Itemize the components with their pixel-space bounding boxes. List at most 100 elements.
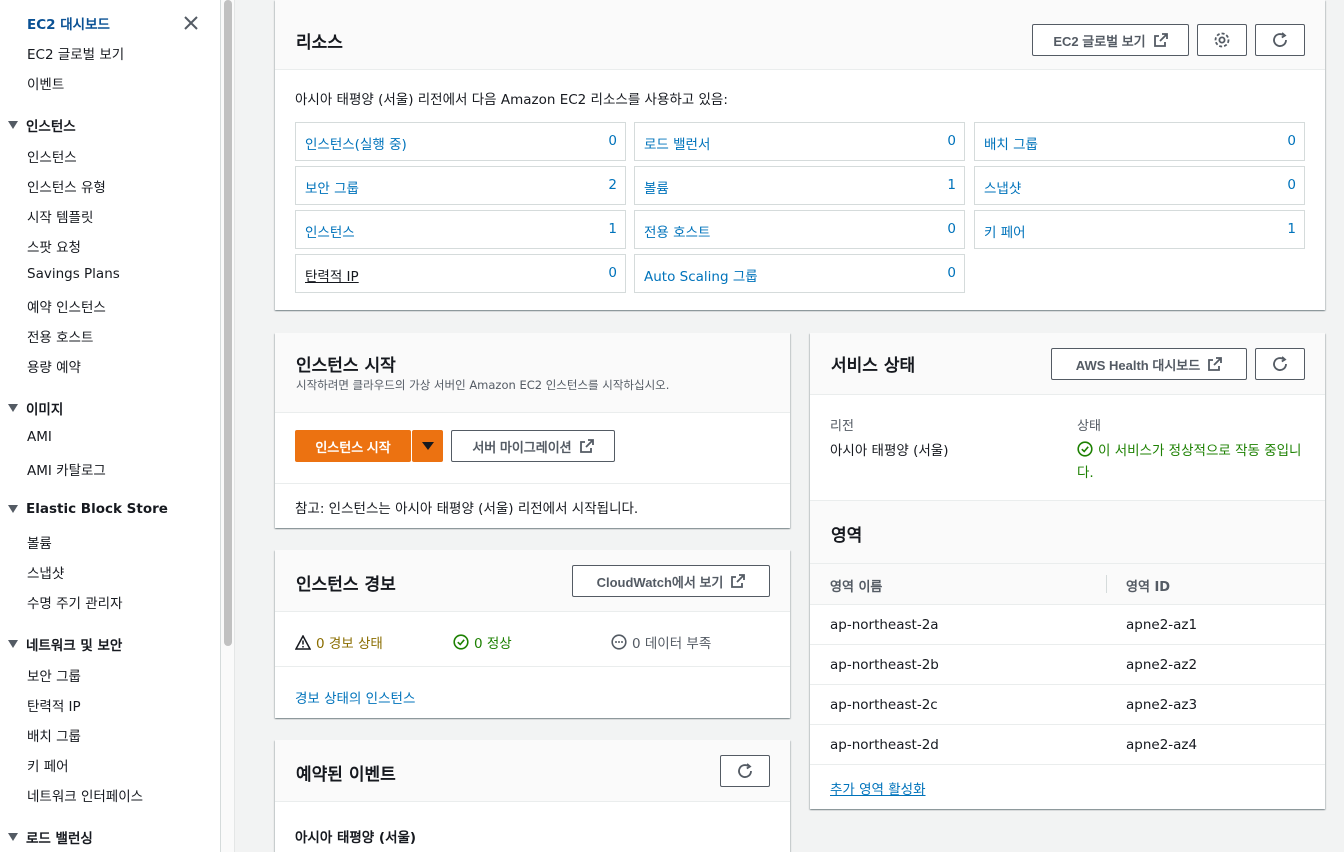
refresh-icon — [738, 763, 752, 778]
resource-value: 1 — [947, 177, 956, 193]
resources-header: 리소스 EC2 글로벌 보기 — [275, 0, 1325, 70]
sidebar-item-savings-plans[interactable]: Savings Plans — [27, 266, 120, 282]
resource-cell[interactable]: 탄력적 IP 0 — [295, 254, 626, 293]
resource-label[interactable]: 인스턴스 — [305, 221, 355, 241]
gear-icon — [1214, 32, 1230, 48]
sidebar-item-ec2-dashboard[interactable]: EC2 대시보드 — [27, 13, 110, 33]
launch-subtitle: 시작하려면 클라우드의 가상 서버인 Amazon EC2 인스턴스를 시작하십… — [296, 378, 670, 392]
caret-down-icon — [8, 640, 18, 648]
table-row: ap-northeast-2a apne2-az1 — [810, 604, 1325, 644]
sidebar-item-events[interactable]: 이벤트 — [27, 73, 64, 93]
region-header: 리전 — [830, 419, 854, 434]
alarm-state-status[interactable]: 0 경보 상태 — [295, 632, 383, 652]
events-region: 아시아 태평양 (서울) — [295, 830, 417, 846]
resource-value: 0 — [947, 221, 956, 237]
resource-label[interactable]: 인스턴스(실행 중) — [305, 133, 407, 153]
sidebar-item-volumes[interactable]: 볼륨 — [27, 532, 52, 552]
sidebar-section-load-balancing[interactable]: 로드 밸런싱 — [8, 827, 93, 847]
section-title: Elastic Block Store — [26, 501, 168, 517]
alarms-header: 인스턴스 경보 CloudWatch에서 보기 — [275, 550, 790, 612]
ok-state-status[interactable]: 0 정상 — [453, 632, 512, 652]
launch-dropdown-button[interactable] — [412, 430, 443, 462]
sidebar-item-lifecycle-manager[interactable]: 수명 주기 관리자 — [27, 592, 123, 612]
section-title: 로드 밸런싱 — [26, 831, 93, 847]
sidebar-scrollbar[interactable] — [221, 0, 235, 852]
sidebar-item-reserved-instances[interactable]: 예약 인스턴스 — [27, 296, 106, 316]
sidebar-item-ami-catalog[interactable]: AMI 카탈로그 — [27, 459, 106, 479]
zones-title: 영역 — [831, 526, 863, 546]
sidebar-section-network-security[interactable]: 네트워크 및 보안 — [8, 634, 122, 654]
refresh-icon — [1273, 32, 1287, 47]
service-status: 이 서비스가 정상적으로 작동 중입니 — [1077, 439, 1301, 459]
alarm-instances-link[interactable]: 경보 상태의 인스턴스 — [295, 687, 415, 707]
sidebar-item-spot-requests[interactable]: 스팟 요청 — [27, 236, 81, 256]
launch-header: 인스턴스 시작 시작하려면 클라우드의 가상 서버인 Amazon EC2 인스… — [275, 333, 790, 413]
resource-label[interactable]: 탄력적 IP — [305, 265, 359, 285]
sidebar-item-key-pairs[interactable]: 키 페어 — [27, 755, 69, 775]
cloudwatch-view-button[interactable]: CloudWatch에서 보기 — [572, 565, 770, 597]
sidebar: EC2 대시보드 EC2 글로벌 보기 이벤트 인스턴스 인스턴스 인스턴스 유… — [0, 0, 221, 852]
zone-id: apne2-az3 — [1126, 697, 1198, 713]
sidebar-item-instance-types[interactable]: 인스턴스 유형 — [27, 176, 106, 196]
health-refresh-button[interactable] — [1255, 348, 1305, 380]
events-refresh-button[interactable] — [720, 755, 770, 787]
sidebar-section-ebs[interactable]: Elastic Block Store — [8, 501, 168, 517]
status-text: 이 서비스가 정상적으로 작동 중입니 — [1098, 443, 1302, 459]
resource-label[interactable]: 스냅샷 — [984, 177, 1021, 197]
resource-label[interactable]: Auto Scaling 그룹 — [644, 265, 758, 285]
resource-label[interactable]: 로드 밸런서 — [644, 133, 710, 153]
zones-header: 영역 — [810, 500, 1325, 564]
resource-value: 2 — [608, 177, 617, 193]
sidebar-item-snapshots[interactable]: 스냅샷 — [27, 562, 64, 582]
sidebar-section-instances[interactable]: 인스턴스 — [8, 115, 76, 135]
scrollbar-thumb[interactable] — [224, 0, 232, 646]
resource-label[interactable]: 전용 호스트 — [644, 221, 710, 241]
resource-label[interactable]: 볼륨 — [644, 177, 669, 197]
sidebar-item-security-groups[interactable]: 보안 그룹 — [27, 665, 81, 685]
insufficient-data-status[interactable]: 0 데이터 부족 — [611, 632, 711, 652]
service-health-header: 서비스 상태 AWS Health 대시보드 — [810, 333, 1325, 395]
resource-cell[interactable]: 스냅샷 0 — [974, 166, 1305, 205]
resource-cell[interactable]: 배치 그룹 0 — [974, 122, 1305, 161]
resource-cell[interactable]: 인스턴스(실행 중) 0 — [295, 122, 626, 161]
resource-value: 0 — [1287, 133, 1296, 149]
sidebar-item-dedicated-hosts[interactable]: 전용 호스트 — [27, 326, 93, 346]
enable-zones-link[interactable]: 추가 영역 활성화 — [830, 778, 926, 798]
close-icon[interactable] — [181, 13, 201, 33]
external-link-icon — [1208, 357, 1223, 371]
aws-health-dashboard-button[interactable]: AWS Health 대시보드 — [1051, 348, 1247, 380]
refresh-button[interactable] — [1255, 24, 1305, 56]
resource-cell[interactable]: 인스턴스 1 — [295, 210, 626, 249]
sidebar-item-instances[interactable]: 인스턴스 — [27, 146, 77, 166]
sidebar-item-capacity-reservations[interactable]: 용량 예약 — [27, 356, 81, 376]
settings-button[interactable] — [1197, 24, 1247, 56]
resource-cell[interactable]: 로드 밸런서 0 — [634, 122, 965, 161]
sidebar-section-images[interactable]: 이미지 — [8, 398, 63, 418]
column-divider — [1106, 575, 1107, 593]
resource-cell[interactable]: 전용 호스트 0 — [634, 210, 965, 249]
resource-label[interactable]: 보안 그룹 — [305, 177, 359, 197]
section-title: 네트워크 및 보안 — [26, 638, 123, 654]
resource-cell[interactable]: 볼륨 1 — [634, 166, 965, 205]
sidebar-item-elastic-ips[interactable]: 탄력적 IP — [27, 695, 81, 715]
divider — [810, 764, 1325, 765]
resource-cell[interactable]: 키 페어 1 — [974, 210, 1305, 249]
ec2-global-view-button[interactable]: EC2 글로벌 보기 — [1032, 24, 1189, 56]
resource-cell[interactable]: Auto Scaling 그룹 0 — [634, 254, 965, 293]
resources-title: 리소스 — [296, 33, 343, 53]
table-row: ap-northeast-2d apne2-az4 — [810, 724, 1325, 764]
resource-label[interactable]: 배치 그룹 — [984, 133, 1038, 153]
caret-down-icon — [421, 442, 434, 450]
sidebar-item-placement-groups[interactable]: 배치 그룹 — [27, 725, 81, 745]
resource-cell[interactable]: 보안 그룹 2 — [295, 166, 626, 205]
sidebar-item-ami[interactable]: AMI — [27, 429, 52, 445]
sidebar-item-ec2-global-view[interactable]: EC2 글로벌 보기 — [27, 43, 124, 63]
launch-note: 참고: 인스턴스는 아시아 태평양 (서울) 리전에서 시작됩니다. — [295, 501, 639, 517]
launch-instance-button[interactable]: 인스턴스 시작 — [295, 430, 411, 462]
sidebar-item-network-interfaces[interactable]: 네트워크 인터페이스 — [27, 785, 143, 805]
external-link-icon — [731, 574, 746, 588]
resource-label[interactable]: 키 페어 — [984, 221, 1026, 241]
resources-panel: 리소스 EC2 글로벌 보기 아시아 태평양 (서울) 리전에서 다음 Amaz… — [275, 0, 1325, 310]
server-migration-button[interactable]: 서버 마이그레이션 — [451, 430, 615, 462]
sidebar-item-launch-templates[interactable]: 시작 템플릿 — [27, 206, 93, 226]
